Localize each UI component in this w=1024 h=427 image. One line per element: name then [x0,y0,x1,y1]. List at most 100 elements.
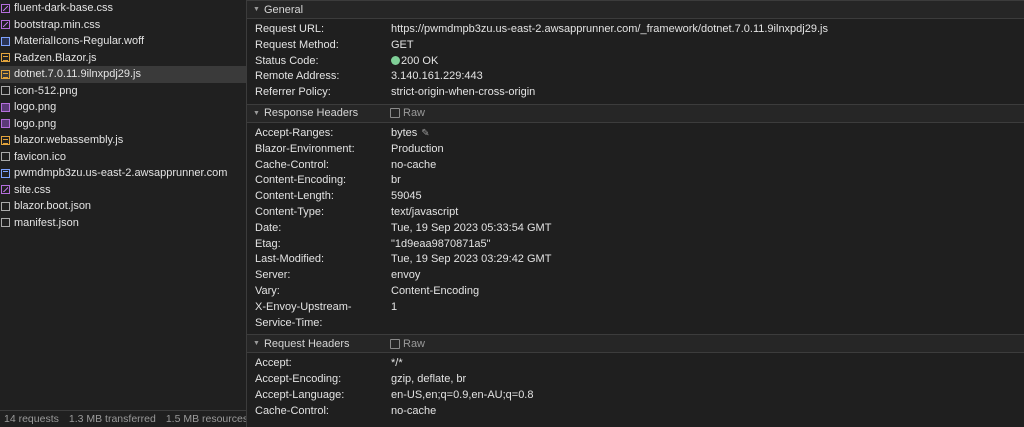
file-list: fluent-dark-base.css bootstrap.min.css Mat… [0,0,246,231]
header-value-cell: strict-origin-when-cross-origin [391,85,535,101]
header-value[interactable]: Content-Encoding [391,285,479,297]
header-value-cell: Tue, 19 Sep 2023 03:29:42 GMT [391,252,551,268]
header-value-cell: https://pwmdmpb3zu.us-east-2.awsapprunne… [391,22,828,38]
header-value-cell: 1 [391,300,397,332]
header-value-cell: 59045 [391,189,422,205]
request-row[interactable]: favicon.ico [0,149,246,166]
request-name: logo.png [14,101,57,114]
file-icon [1,152,10,162]
request-row[interactable]: fluent-dark-base.css [0,0,246,17]
header-value[interactable]: Tue, 19 Sep 2023 03:29:42 GMT [391,253,551,265]
header-value[interactable]: 3.140.161.229:443 [391,70,483,82]
header-name: Cache-Control: [255,158,329,171]
header-value[interactable]: Production [391,143,444,155]
header-value-cell: no-cache [391,404,436,420]
header-row: X-Envoy-Upstream-Service-Time: 1 [247,300,1024,332]
header-name: Server: [255,269,291,282]
caret-down-icon: ▼ [253,340,260,348]
header-row: Last-Modified: Tue, 19 Sep 2023 03:29:42 … [247,252,1024,268]
header-name: Request URL: [255,23,325,35]
header-value-cell: "1d9eaa9870871a5" [391,237,491,253]
header-row: Vary: Content-Encoding [247,284,1024,300]
request-row[interactable]: blazor.boot.json [0,198,246,215]
file-icon [1,201,10,211]
request-row[interactable]: dotnet.7.0.11.9ilnxpdj29.js [0,66,246,83]
request-raw-toggle[interactable]: Raw [390,338,425,350]
header-value[interactable]: no-cache [391,405,436,417]
request-headers-section-header[interactable]: ▼ Request Headers Raw [247,334,1024,354]
header-value[interactable]: envoy [391,269,420,281]
raw-label: Raw [403,337,426,350]
request-row[interactable]: manifest.json [0,215,246,232]
file-icon [1,86,10,96]
font-file-icon [1,36,10,46]
header-value[interactable]: text/javascript [391,206,458,218]
header-value[interactable]: 1 [391,301,397,313]
header-row: Referrer Policy: strict-origin-when-cross… [247,85,1024,101]
status-ok-icon [391,55,400,65]
document-file-icon [1,168,10,178]
request-row[interactable]: icon-512.png [0,83,246,100]
raw-checkbox[interactable] [390,108,400,119]
header-value[interactable]: 200 OK [401,55,438,67]
request-name: bootstrap.min.css [14,18,101,31]
raw-checkbox[interactable] [390,338,400,349]
header-value-cell: bytes ✎ [391,126,430,142]
header-name: Status Code: [255,54,319,67]
header-value[interactable]: bytes [391,127,417,139]
header-name: Accept: [255,357,292,370]
header-value[interactable]: 59045 [391,190,422,202]
header-value[interactable]: gzip, deflate, br [391,373,466,385]
general-section-header[interactable]: ▼ General [247,0,1024,19]
response-raw-toggle[interactable]: Raw [390,107,425,119]
header-row: Content-Length: 59045 [247,189,1024,205]
css-file-icon [1,3,10,13]
request-name: blazor.webassembly.js [14,134,124,147]
request-row[interactable]: Radzen.Blazor.js [0,50,246,67]
header-value-cell: envoy [391,268,420,284]
header-row: Server: envoy [247,268,1024,284]
header-row: Remote Address: 3.140.161.229:443 [247,69,1024,85]
response-headers-section: Accept-Ranges: bytes ✎ Blazor-Environment: P… [247,123,1024,334]
css-file-icon [1,20,10,30]
header-value[interactable]: en-US,en;q=0.9,en-AU;q=0.8 [391,389,533,401]
request-name: site.css [14,183,51,196]
header-name: Request Method: [255,38,339,51]
header-value-cell: en-US,en;q=0.9,en-AU;q=0.8 [391,388,533,404]
header-value[interactable]: */* [391,357,403,369]
request-name: dotnet.7.0.11.9ilnxpdj29.js [14,68,141,81]
request-row[interactable]: blazor.webassembly.js [0,132,246,149]
header-row: Date: Tue, 19 Sep 2023 05:33:54 GMT [247,221,1024,237]
request-row[interactable]: logo.png [0,116,246,133]
response-headers-section-header[interactable]: ▼ Response Headers Raw [247,103,1024,123]
header-value-cell: no-cache [391,158,436,174]
header-value[interactable]: br [391,174,401,186]
request-row[interactable]: logo.png [0,99,246,116]
request-row[interactable]: bootstrap.min.css [0,17,246,34]
header-value[interactable]: https://pwmdmpb3zu.us-east-2.awsapprunne… [391,23,828,35]
header-row: Accept: */* [247,356,1024,372]
request-name: fluent-dark-base.css [14,2,114,15]
header-value[interactable]: Tue, 19 Sep 2023 05:33:54 GMT [391,222,551,234]
header-value[interactable]: "1d9eaa9870871a5" [391,238,491,250]
header-value[interactable]: GET [391,39,414,51]
request-name: icon-512.png [14,84,78,97]
header-value-cell: Content-Encoding [391,284,479,300]
request-row[interactable]: site.css [0,182,246,199]
request-headers-title: Request Headers [263,337,350,350]
general-section: Request URL: https://pwmdmpb3zu.us-east-2… [247,19,1024,104]
header-value[interactable]: no-cache [391,159,436,171]
request-name: pwmdmpb3zu.us-east-2.awsapprunner.com [14,167,228,180]
request-row[interactable]: pwmdmpb3zu.us-east-2.awsapprunner.com [0,165,246,182]
image-file-icon [1,119,10,129]
caret-down-icon: ▼ [253,6,260,13]
header-name: Vary: [255,284,280,297]
header-value[interactable]: strict-origin-when-cross-origin [391,86,535,98]
js-file-icon [1,53,10,63]
response-headers-title: Response Headers [263,107,359,120]
pencil-edit-icon[interactable]: ✎ [421,128,429,139]
request-name: Radzen.Blazor.js [14,51,97,64]
header-row: Cache-Control: no-cache [247,158,1024,174]
header-name: Content-Type: [255,205,325,218]
request-row[interactable]: MaterialIcons-Regular.woff [0,33,246,50]
